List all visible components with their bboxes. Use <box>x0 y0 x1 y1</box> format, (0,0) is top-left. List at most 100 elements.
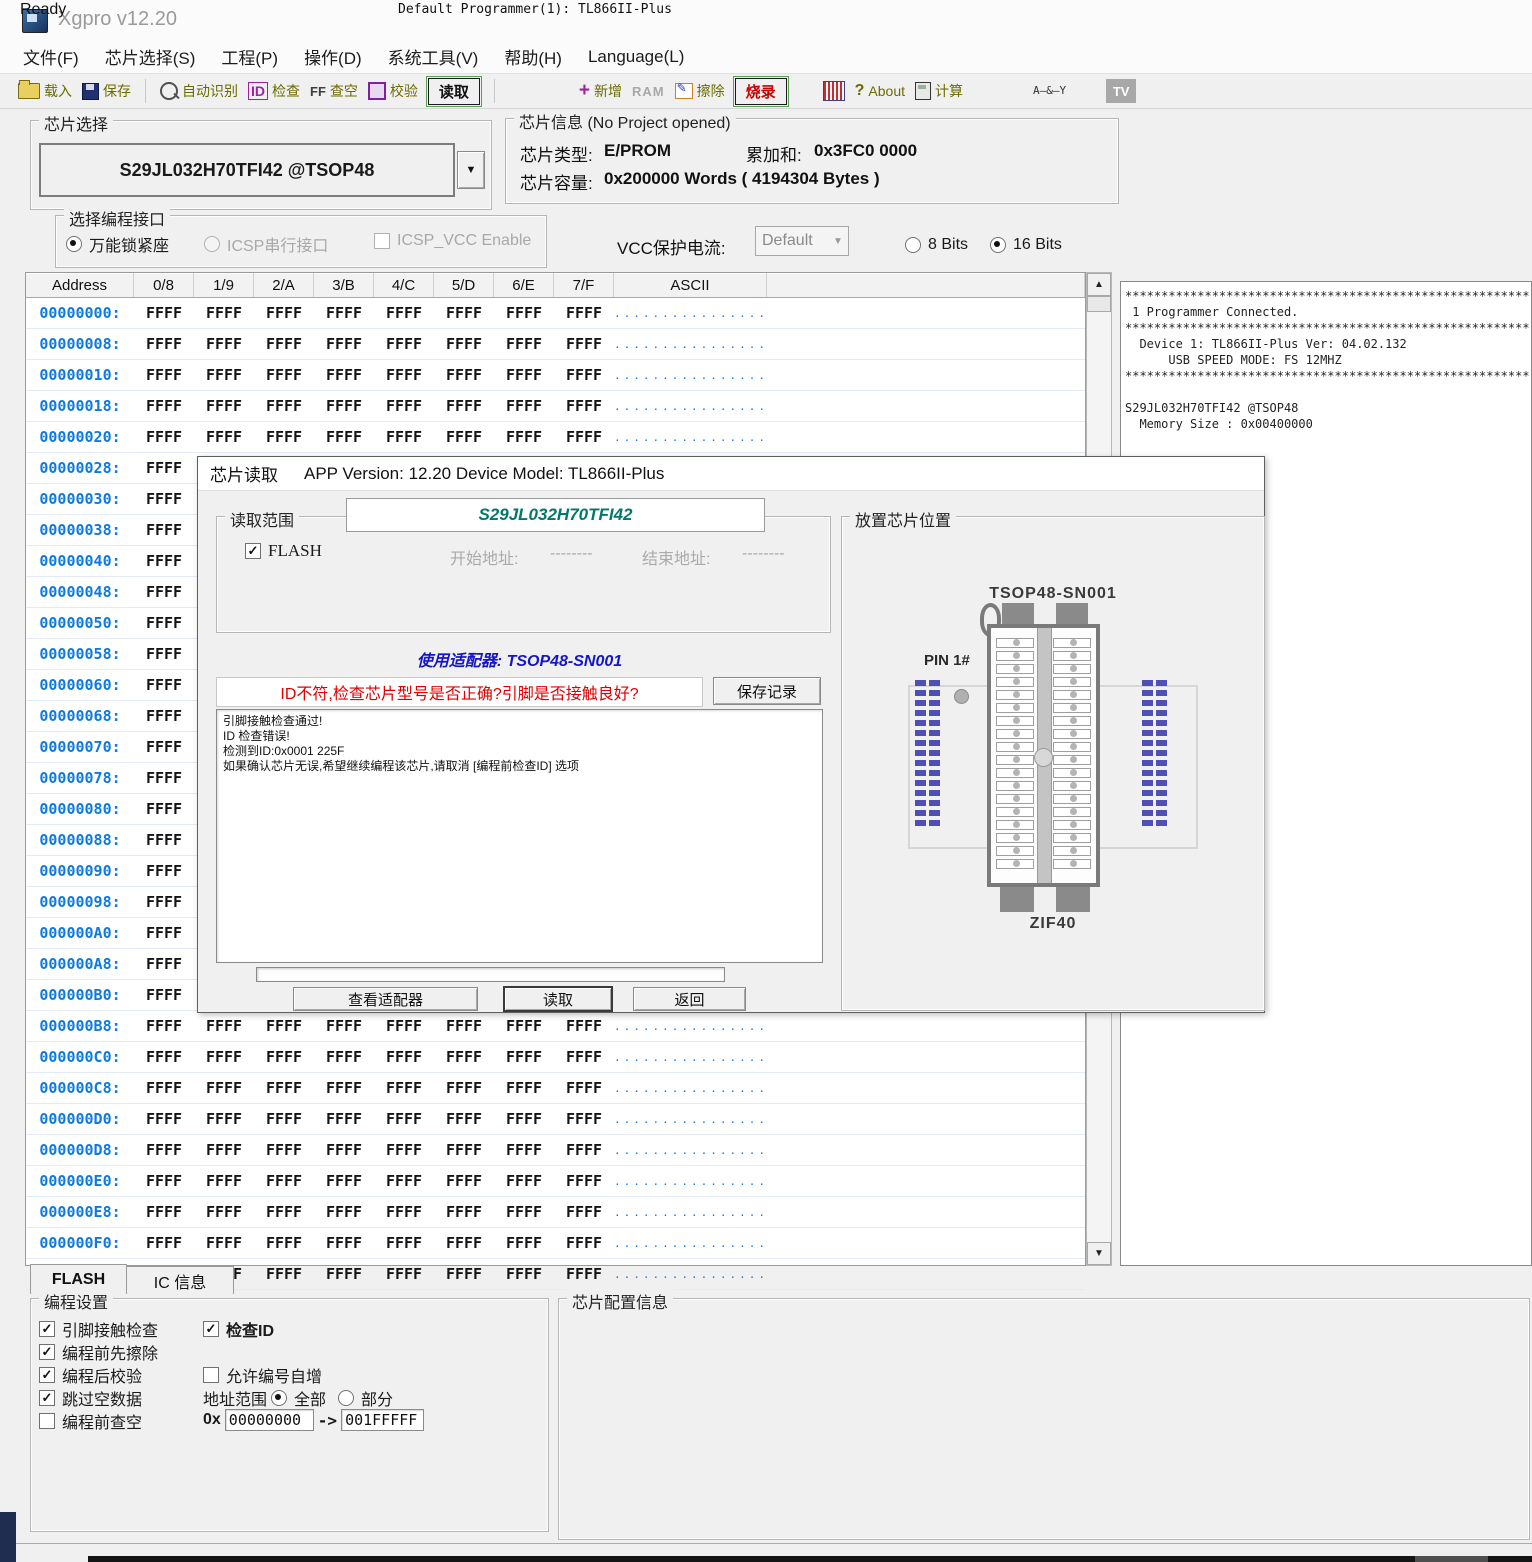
ascii-cell: ................ <box>614 1113 767 1126</box>
save-button[interactable]: 保存 <box>82 81 131 101</box>
burn-button[interactable]: 烧录 <box>735 78 787 105</box>
menu-item-3[interactable]: 操作(D) <box>291 40 375 73</box>
table-row[interactable]: 00000010:FFFFFFFFFFFFFFFFFFFFFFFFFFFFFFF… <box>26 360 1085 391</box>
tv-button[interactable]: TV <box>1106 79 1136 103</box>
prog-settings-group: 编程设置 ✓引脚接触检查 ✓编程前先擦除 ✓编程后校验 ✓跳过空数据 编程前查空… <box>30 1298 549 1532</box>
vcc-combobox[interactable]: Default ▼ <box>755 226 849 256</box>
bits16-radio[interactable]: 16 Bits <box>990 236 1062 254</box>
menu-item-5[interactable]: 帮助(H) <box>491 40 575 73</box>
blank-check-button[interactable]: FF查空 <box>310 81 358 101</box>
menu-item-6[interactable]: Language(L) <box>575 40 697 73</box>
hex-cell: FFFF <box>434 397 494 415</box>
checkbox-icon: ✓ <box>39 1390 55 1406</box>
table-row[interactable]: 000000C0:FFFFFFFFFFFFFFFFFFFFFFFFFFFFFFF… <box>26 1042 1085 1073</box>
read-button[interactable]: 读取 <box>428 78 480 105</box>
add-button[interactable]: +新增 <box>579 80 622 102</box>
table-row[interactable]: 000000F0:FFFFFFFFFFFFFFFFFFFFFFFFFFFFFFF… <box>26 1228 1085 1259</box>
addr-all-radio[interactable] <box>271 1390 287 1406</box>
start-addr-value: -------- <box>550 545 593 563</box>
table-row[interactable]: 00000000:FFFFFFFFFFFFFFFFFFFFFFFFFFFFFFF… <box>26 298 1085 329</box>
chip-select-dropdown-button[interactable]: ▼ <box>457 151 485 189</box>
addr-part-radio[interactable] <box>338 1390 354 1406</box>
erase-before-checkbox[interactable]: ✓编程前先擦除 <box>39 1340 158 1364</box>
hex-cell: FFFF <box>314 1048 374 1066</box>
log-line: USB SPEED MODE: FS 12MHZ <box>1125 352 1527 368</box>
scroll-down-button[interactable]: ▼ <box>1087 1242 1111 1265</box>
ascii-cell: ................ <box>614 1051 767 1064</box>
bits8-radio[interactable]: 8 Bits <box>905 236 968 254</box>
about-button[interactable]: ?About <box>855 82 905 100</box>
adapter-name-label: TSOP48-SN001 <box>842 585 1264 603</box>
logic-gate-button[interactable]: A—&—Y <box>1033 86 1066 96</box>
view-adapter-button[interactable]: 查看适配器 <box>293 987 478 1011</box>
tab-ic-info[interactable]: IC 信息 <box>126 1266 234 1294</box>
hex-cell: FFFF <box>374 1079 434 1097</box>
menu-item-4[interactable]: 系统工具(V) <box>375 40 492 73</box>
dialog-read-button[interactable]: 读取 <box>503 986 613 1012</box>
socket-radio[interactable]: 万能锁紧座 <box>66 232 169 256</box>
addr-from-input[interactable]: 00000000 <box>225 1409 314 1431</box>
hex-cell: FFFF <box>134 583 194 601</box>
menu-item-2[interactable]: 工程(P) <box>208 40 291 73</box>
skip-blank-checkbox[interactable]: ✓跳过空数据 <box>39 1386 142 1410</box>
socket-center-screw <box>1034 748 1053 767</box>
hex-cell: FFFF <box>194 1048 254 1066</box>
chip-select-combobox[interactable]: S29JL032H70TFI42 @TSOP48 <box>39 143 455 197</box>
erase-button[interactable]: 擦除 <box>675 81 725 101</box>
table-row[interactable]: 000000C8:FFFFFFFFFFFFFFFFFFFFFFFFFFFFFFF… <box>26 1073 1085 1104</box>
save-log-button[interactable]: 保存记录 <box>713 677 821 705</box>
socket-pin <box>996 859 1034 869</box>
table-row[interactable]: 000000D8:FFFFFFFFFFFFFFFFFFFFFFFFFFFFFFF… <box>26 1135 1085 1166</box>
hex-cell: FFFF <box>494 428 554 446</box>
hex-cell: FFFF <box>494 1203 554 1221</box>
address-cell: 00000078: <box>26 769 134 787</box>
hex-cell: FFFF <box>134 986 194 1004</box>
table-row[interactable]: 00000008:FFFFFFFFFFFFFFFFFFFFFFFFFFFFFFF… <box>26 329 1085 360</box>
calculator-button[interactable]: 计算 <box>915 81 963 101</box>
menu-item-1[interactable]: 芯片选择(S) <box>92 40 209 73</box>
hex-cell: FFFF <box>374 1048 434 1066</box>
table-row[interactable]: 000000B8:FFFFFFFFFFFFFFFFFFFFFFFFFFFFFFF… <box>26 1011 1085 1042</box>
icsp-radio[interactable]: ICSP串行接口 <box>204 232 328 256</box>
table-row[interactable]: 00000018:FFFFFFFFFFFFFFFFFFFFFFFFFFFFFFF… <box>26 391 1085 422</box>
connector-line <box>1100 847 1198 849</box>
hex-cell: FFFF <box>434 1110 494 1128</box>
address-cell: 00000050: <box>26 614 134 632</box>
hex-cell: FFFF <box>134 397 194 415</box>
menu-item-0[interactable]: 文件(F) <box>10 40 92 73</box>
table-row[interactable]: 00000020:FFFFFFFFFFFFFFFFFFFFFFFFFFFFFFF… <box>26 422 1085 453</box>
tab-flash[interactable]: FLASH <box>30 1264 127 1294</box>
verify-after-checkbox[interactable]: ✓编程后校验 <box>39 1363 142 1387</box>
verify-button[interactable]: 校验 <box>368 81 418 101</box>
taskbar-edge-segment <box>1415 1556 1488 1562</box>
load-button[interactable]: 载入 <box>18 81 72 101</box>
pin-check-checkbox[interactable]: ✓引脚接触检查 <box>39 1317 158 1341</box>
hex-table-header: Address0/81/92/A3/B4/C5/D6/E7/FASCII <box>26 273 1085 298</box>
check-id-checkbox[interactable]: ✓检查ID <box>203 1317 274 1341</box>
blank-before-checkbox[interactable]: 编程前查空 <box>39 1409 142 1433</box>
table-row[interactable]: 000000D0:FFFFFFFFFFFFFFFFFFFFFFFFFFFFFFF… <box>26 1104 1085 1135</box>
auto-identify-button[interactable]: 自动识别 <box>160 81 238 101</box>
scroll-thumb[interactable] <box>1087 296 1111 312</box>
auto-sn-checkbox[interactable]: 允许编号自增 <box>203 1363 322 1387</box>
hex-cell: FFFF <box>314 397 374 415</box>
table-row[interactable]: 000000E8:FFFFFFFFFFFFFFFFFFFFFFFFFFFFFFF… <box>26 1197 1085 1228</box>
ram-button[interactable]: RAM <box>632 84 665 99</box>
addr-to-input[interactable]: 001FFFFF <box>341 1409 424 1431</box>
chip-pins-button[interactable] <box>823 81 845 101</box>
hex-cell: FFFF <box>434 1079 494 1097</box>
hex-cell: FFFF <box>434 1265 494 1283</box>
scroll-up-button[interactable]: ▲ <box>1087 273 1111 296</box>
icsp-vcc-checkbox[interactable]: ICSP_VCC Enable <box>374 232 531 250</box>
chip-config-label: 芯片配置信息 <box>567 1289 673 1313</box>
hex-cell: FFFF <box>134 521 194 539</box>
dialog-title-bar[interactable]: 芯片读取 APP Version: 12.20 Device Model: TL… <box>198 457 1264 491</box>
flash-checkbox[interactable]: ✓FLASH <box>245 541 322 561</box>
table-row[interactable]: 000000E0:FFFFFFFFFFFFFFFFFFFFFFFFFFFFFFF… <box>26 1166 1085 1197</box>
address-cell: 000000D0: <box>26 1110 134 1128</box>
id-check-button[interactable]: ID检查 <box>248 81 300 101</box>
socket-placement-group: 放置芯片位置 TSOP48-SN001 PIN 1# <box>841 516 1265 1011</box>
dialog-back-button[interactable]: 返回 <box>633 987 746 1011</box>
hex-cell: FFFF <box>134 1017 194 1035</box>
hex-cell: FFFF <box>314 1234 374 1252</box>
